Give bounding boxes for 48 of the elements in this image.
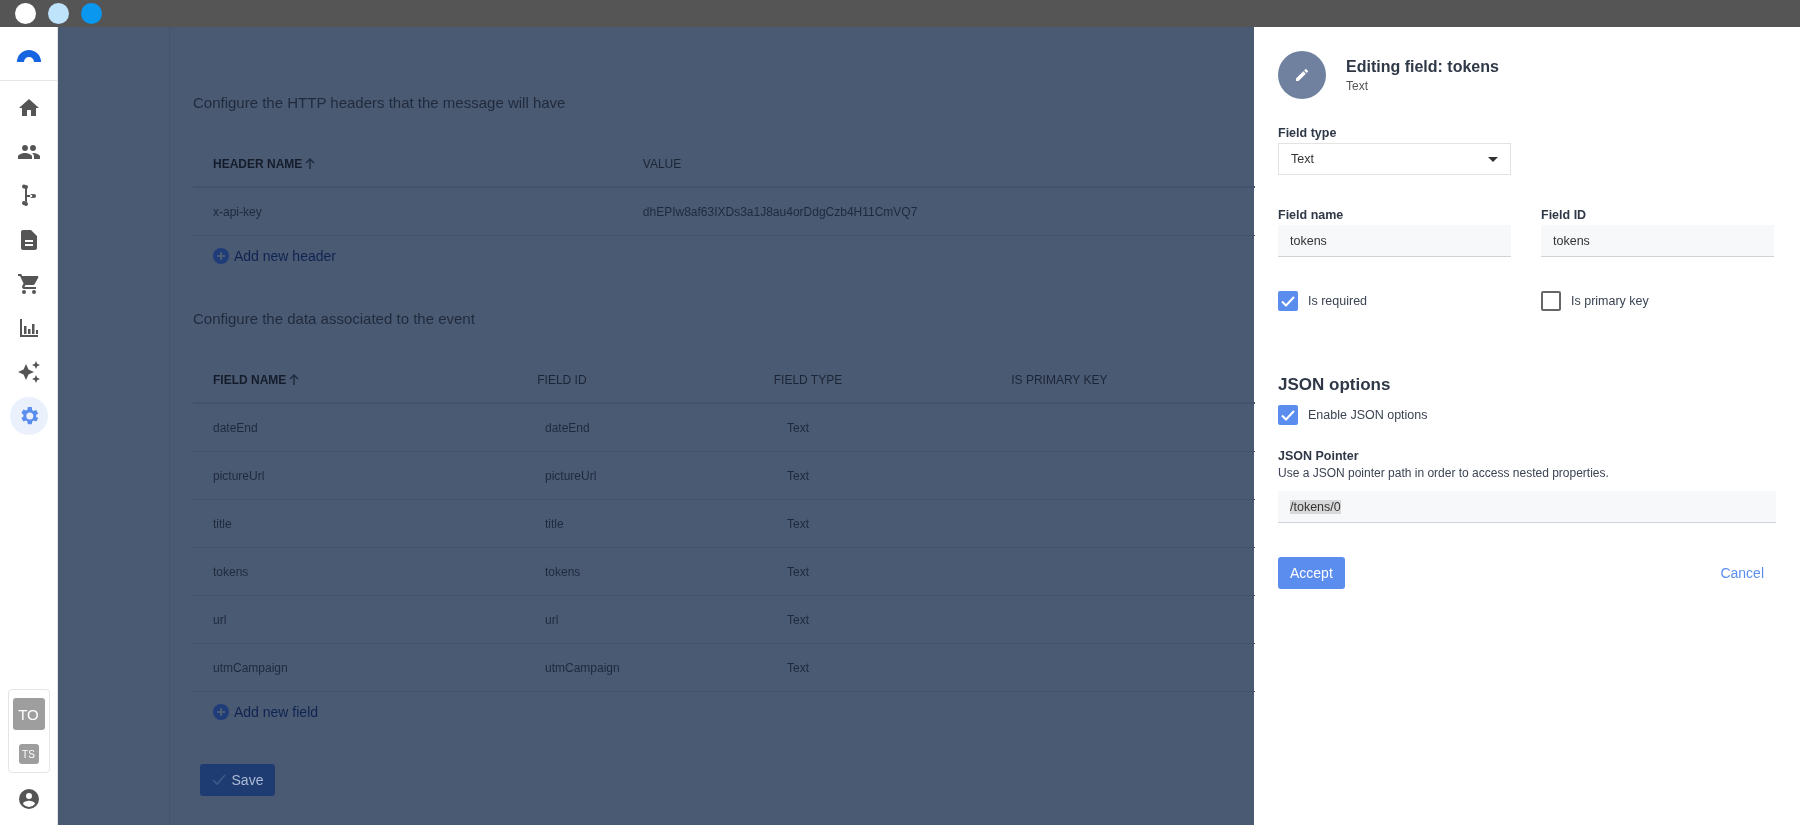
checkbox-label: Is primary key bbox=[1571, 294, 1649, 308]
checkbox-label: Enable JSON options bbox=[1308, 408, 1428, 422]
window-control-dot[interactable] bbox=[48, 3, 69, 24]
workspace-avatar[interactable]: TS bbox=[18, 744, 39, 764]
field-label: Field ID bbox=[1541, 208, 1588, 222]
checkbox[interactable] bbox=[1278, 405, 1298, 425]
sort-arrow-icon bbox=[304, 157, 317, 170]
window-control-dot[interactable] bbox=[15, 3, 36, 24]
column-heading[interactable]: HEADER NAME bbox=[193, 156, 623, 171]
field-description: Use a JSON pointer path in order to access nested properties. bbox=[1278, 466, 1610, 480]
column-heading[interactable]: IS PRIMARY KEY bbox=[991, 372, 1255, 387]
checkmark-icon bbox=[1281, 295, 1295, 307]
checkbox[interactable] bbox=[1541, 291, 1561, 311]
settings-icon-button[interactable] bbox=[9, 397, 48, 435]
text-input[interactable]: tokens bbox=[1278, 225, 1511, 257]
field-label: Field type bbox=[1278, 126, 1338, 140]
check-icon bbox=[211, 774, 226, 786]
checkbox[interactable] bbox=[1278, 291, 1298, 311]
sort-arrow-icon bbox=[288, 373, 301, 386]
window-control-dot[interactable] bbox=[81, 3, 102, 24]
add-link[interactable]: Add new field bbox=[213, 704, 319, 720]
text-input[interactable]: tokens bbox=[1541, 225, 1774, 257]
workspace-avatar[interactable]: TO bbox=[12, 698, 45, 730]
field-type-dropdown[interactable]: Text bbox=[1278, 143, 1511, 175]
sparkles-icon bbox=[16, 360, 41, 384]
field-label: JSON Pointer bbox=[1278, 449, 1360, 463]
selected-text: /tokens/0 bbox=[1290, 499, 1341, 514]
pencil-icon bbox=[1294, 67, 1310, 83]
add-link[interactable]: Add new header bbox=[213, 248, 336, 264]
column-heading[interactable]: FIELD TYPE bbox=[753, 372, 992, 387]
plus-circle-icon bbox=[213, 704, 229, 720]
accept-button[interactable]: Accept bbox=[1278, 557, 1345, 589]
cart-icon bbox=[16, 272, 41, 296]
section-heading: JSON options bbox=[1278, 375, 1392, 395]
cancel-button[interactable]: Cancel bbox=[1708, 565, 1776, 581]
checkbox-label: Is required bbox=[1308, 294, 1368, 308]
caret-icon bbox=[1488, 156, 1498, 162]
json-pointer-input[interactable]: /tokens/0 bbox=[1278, 491, 1776, 523]
panel-title: Editing field: tokens bbox=[1346, 57, 1499, 76]
column-heading[interactable]: FIELD NAME bbox=[193, 372, 518, 387]
field-label: Field name bbox=[1278, 208, 1345, 222]
user-icon bbox=[16, 787, 41, 811]
plus-circle-icon bbox=[213, 248, 229, 264]
save-button[interactable]: Save bbox=[200, 764, 275, 796]
checkmark-icon bbox=[1281, 409, 1295, 421]
column-heading[interactable]: VALUE bbox=[622, 156, 1255, 171]
panel-subtitle: Text bbox=[1346, 78, 1369, 93]
column-heading[interactable]: FIELD ID bbox=[517, 372, 754, 387]
